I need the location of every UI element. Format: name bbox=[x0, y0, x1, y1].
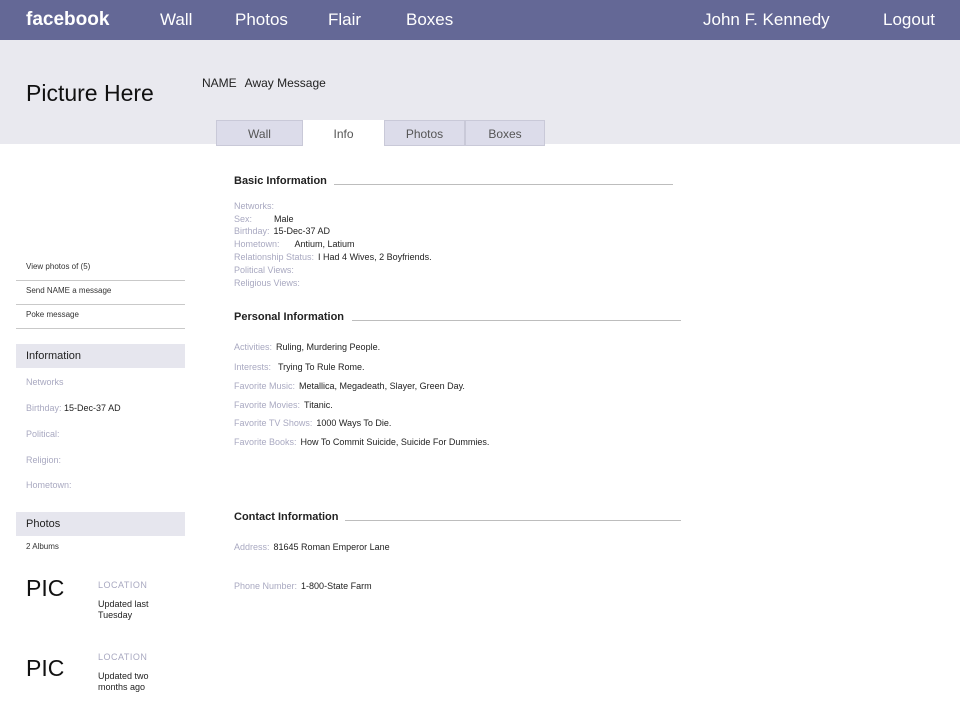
info-value: 15-Dec-37 AD bbox=[64, 403, 121, 413]
album-picture-2[interactable]: PIC bbox=[26, 655, 64, 682]
divider bbox=[16, 280, 185, 281]
info-label: Hometown: bbox=[26, 480, 72, 490]
nav-link-boxes[interactable]: Boxes bbox=[406, 10, 453, 30]
basic-field-political: Political Views: bbox=[234, 265, 294, 275]
field-value: How To Commit Suicide, Suicide For Dummi… bbox=[300, 437, 490, 447]
nav-link-wall[interactable]: Wall bbox=[160, 10, 192, 30]
field-label: Relationship Status: bbox=[234, 252, 315, 262]
contact-information-title: Contact Information bbox=[234, 511, 339, 523]
basic-field-networks: Networks: bbox=[234, 201, 274, 211]
field-label: Favorite Books: bbox=[234, 437, 297, 447]
field-label: Religious Views: bbox=[234, 278, 300, 288]
field-value: Male bbox=[274, 214, 294, 224]
field-value: 15-Dec-37 AD bbox=[273, 226, 331, 236]
tab-wall[interactable]: Wall bbox=[216, 120, 303, 146]
profile-picture-placeholder[interactable]: Picture Here bbox=[26, 80, 154, 107]
personal-field-movies: Favorite Movies: Titanic. bbox=[234, 400, 333, 410]
nav-link-flair[interactable]: Flair bbox=[328, 10, 361, 30]
album-picture-1[interactable]: PIC bbox=[26, 575, 64, 602]
sidebar-info-political: Political: bbox=[26, 429, 60, 439]
sidebar-info-religion: Religion: bbox=[26, 455, 61, 465]
contact-field-address: Address: 81645 Roman Emperor Lane bbox=[234, 542, 390, 552]
view-photos-link[interactable]: View photos of (5) bbox=[16, 262, 195, 271]
basic-information-title: Basic Information bbox=[234, 175, 327, 187]
sidebar-info-networks: Networks bbox=[26, 377, 64, 387]
album-location-2: LOCATION bbox=[98, 652, 148, 662]
personal-field-music: Favorite Music: Metallica, Megadeath, Sla… bbox=[234, 381, 465, 391]
info-label: Networks bbox=[26, 377, 64, 387]
field-value: Titanic. bbox=[304, 400, 333, 410]
field-label: Activities: bbox=[234, 342, 273, 352]
field-label: Networks: bbox=[234, 201, 275, 211]
personal-field-activities: Activities: Ruling, Murdering People. bbox=[234, 342, 380, 352]
album-updated-2: Updated two months ago bbox=[98, 671, 149, 692]
basic-field-birthday: Birthday: 15-Dec-37 AD bbox=[234, 226, 330, 236]
personal-field-interests: Interests: Trying To Rule Rome. bbox=[234, 362, 365, 372]
away-message: Away Message bbox=[244, 76, 326, 90]
contact-information-rule bbox=[345, 520, 681, 521]
facebook-logo[interactable]: facebook bbox=[26, 9, 109, 31]
info-label: Birthday: bbox=[26, 403, 62, 413]
field-value: 81645 Roman Emperor Lane bbox=[273, 542, 390, 552]
field-value: 1000 Ways To Die. bbox=[316, 418, 392, 428]
field-label: Birthday: bbox=[234, 226, 270, 236]
personal-information-title: Personal Information bbox=[234, 311, 345, 323]
field-label: Favorite TV Shows: bbox=[234, 418, 313, 428]
personal-information-rule bbox=[352, 320, 681, 321]
basic-field-sex: Sex: Male bbox=[234, 214, 294, 224]
field-value: I Had 4 Wives, 2 Boyfriends. bbox=[318, 252, 432, 262]
field-value: Antium, Latium bbox=[294, 239, 355, 249]
field-label: Favorite Movies: bbox=[234, 400, 301, 410]
divider bbox=[16, 304, 185, 305]
profile-name-line: NAME Away Message bbox=[202, 76, 334, 90]
nav-user-name[interactable]: John F. Kennedy bbox=[703, 10, 830, 30]
personal-field-tv-shows: Favorite TV Shows: 1000 Ways To Die. bbox=[234, 418, 391, 428]
field-label: Sex: bbox=[234, 214, 253, 224]
field-label: Favorite Music: bbox=[234, 381, 296, 391]
sidebar-info-birthday: Birthday: 15-Dec-37 AD bbox=[26, 403, 121, 413]
poke-message-link[interactable]: Poke message bbox=[16, 310, 195, 319]
field-value: Trying To Rule Rome. bbox=[278, 362, 365, 372]
personal-field-books: Favorite Books: How To Commit Suicide, Su… bbox=[234, 437, 489, 447]
divider bbox=[16, 328, 185, 329]
field-value: Metallica, Megadeath, Slayer, Green Day. bbox=[299, 381, 465, 391]
field-label: Political Views: bbox=[234, 265, 294, 275]
sidebar-information-header: Information bbox=[16, 344, 185, 368]
nav-link-photos[interactable]: Photos bbox=[235, 10, 288, 30]
basic-field-relationship: Relationship Status: I Had 4 Wives, 2 Boy… bbox=[234, 252, 432, 262]
field-label: Interests: bbox=[234, 362, 272, 372]
profile-name: NAME bbox=[202, 76, 237, 90]
sidebar-info-hometown: Hometown: bbox=[26, 480, 72, 490]
field-label: Hometown: bbox=[234, 239, 280, 249]
info-label: Religion: bbox=[26, 455, 62, 465]
sidebar-photos-header: Photos bbox=[16, 512, 185, 536]
basic-information-rule bbox=[334, 184, 673, 185]
field-label: Address: bbox=[234, 542, 270, 552]
top-nav-bar: facebook Wall Photos Flair Boxes John F.… bbox=[0, 0, 960, 40]
tab-boxes[interactable]: Boxes bbox=[465, 120, 545, 146]
basic-field-hometown: Hometown: Antium, Latium bbox=[234, 239, 355, 249]
logout-link[interactable]: Logout bbox=[883, 10, 935, 30]
album-updated-1: Updated last Tuesday bbox=[98, 599, 149, 620]
tab-info[interactable]: Info bbox=[303, 120, 384, 147]
field-value: Ruling, Murdering People. bbox=[276, 342, 381, 352]
send-message-link[interactable]: Send NAME a message bbox=[16, 286, 195, 295]
albums-link[interactable]: 2 Albums bbox=[16, 542, 195, 551]
field-value: 1-800-State Farm bbox=[301, 581, 372, 591]
album-location-1: LOCATION bbox=[98, 580, 148, 590]
contact-field-phone: Phone Number: 1-800-State Farm bbox=[234, 581, 372, 591]
field-label: Phone Number: bbox=[234, 581, 298, 591]
tab-photos[interactable]: Photos bbox=[384, 120, 465, 146]
info-label: Political: bbox=[26, 429, 60, 439]
basic-field-religious: Religious Views: bbox=[234, 278, 300, 288]
